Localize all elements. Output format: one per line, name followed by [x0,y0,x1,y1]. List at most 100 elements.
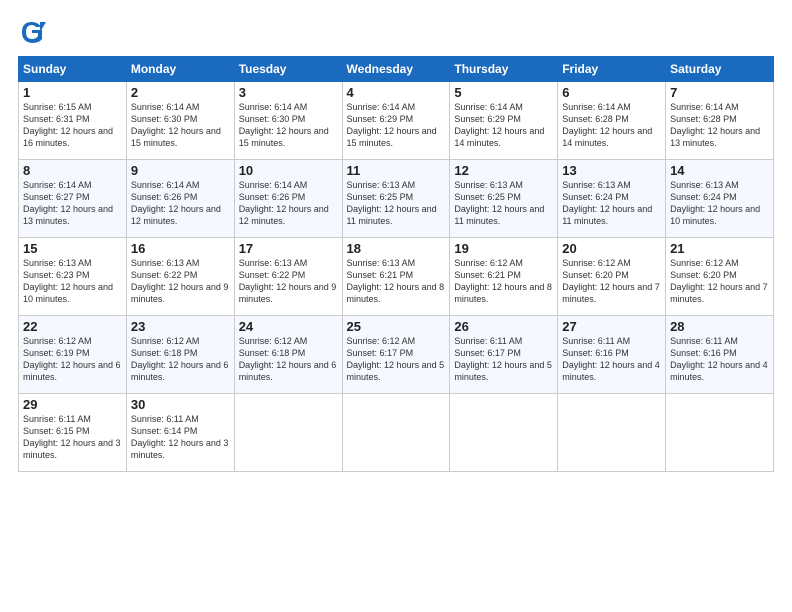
day-number: 23 [131,319,230,334]
day-number: 4 [347,85,446,100]
calendar-cell: 13 Sunrise: 6:13 AMSunset: 6:24 PMDaylig… [558,160,666,238]
calendar-cell: 24 Sunrise: 6:12 AMSunset: 6:18 PMDaylig… [234,316,342,394]
calendar-cell: 18 Sunrise: 6:13 AMSunset: 6:21 PMDaylig… [342,238,450,316]
day-number: 11 [347,163,446,178]
page: SundayMondayTuesdayWednesdayThursdayFrid… [0,0,792,612]
day-number: 6 [562,85,661,100]
cell-text: Sunrise: 6:14 AMSunset: 6:28 PMDaylight:… [562,102,652,148]
day-number: 26 [454,319,553,334]
day-number: 25 [347,319,446,334]
calendar-cell: 20 Sunrise: 6:12 AMSunset: 6:20 PMDaylig… [558,238,666,316]
calendar-cell: 30 Sunrise: 6:11 AMSunset: 6:14 PMDaylig… [126,394,234,472]
day-number: 29 [23,397,122,412]
calendar-cell: 3 Sunrise: 6:14 AMSunset: 6:30 PMDayligh… [234,82,342,160]
calendar-cell: 15 Sunrise: 6:13 AMSunset: 6:23 PMDaylig… [19,238,127,316]
day-number: 7 [670,85,769,100]
calendar-week-4: 22 Sunrise: 6:12 AMSunset: 6:19 PMDaylig… [19,316,774,394]
cell-text: Sunrise: 6:14 AMSunset: 6:27 PMDaylight:… [23,180,113,226]
cell-text: Sunrise: 6:14 AMSunset: 6:28 PMDaylight:… [670,102,760,148]
day-number: 18 [347,241,446,256]
cell-text: Sunrise: 6:14 AMSunset: 6:26 PMDaylight:… [131,180,221,226]
cell-text: Sunrise: 6:12 AMSunset: 6:17 PMDaylight:… [347,336,445,382]
day-header-thursday: Thursday [450,57,558,82]
calendar-cell: 1 Sunrise: 6:15 AMSunset: 6:31 PMDayligh… [19,82,127,160]
day-number: 3 [239,85,338,100]
calendar-cell [234,394,342,472]
day-number: 16 [131,241,230,256]
day-number: 8 [23,163,122,178]
cell-text: Sunrise: 6:14 AMSunset: 6:30 PMDaylight:… [131,102,221,148]
day-header-monday: Monday [126,57,234,82]
calendar-cell: 28 Sunrise: 6:11 AMSunset: 6:16 PMDaylig… [666,316,774,394]
day-number: 5 [454,85,553,100]
cell-text: Sunrise: 6:13 AMSunset: 6:25 PMDaylight:… [347,180,437,226]
cell-text: Sunrise: 6:13 AMSunset: 6:22 PMDaylight:… [239,258,337,304]
calendar-cell: 6 Sunrise: 6:14 AMSunset: 6:28 PMDayligh… [558,82,666,160]
calendar-cell: 17 Sunrise: 6:13 AMSunset: 6:22 PMDaylig… [234,238,342,316]
day-number: 9 [131,163,230,178]
day-number: 12 [454,163,553,178]
calendar-cell: 26 Sunrise: 6:11 AMSunset: 6:17 PMDaylig… [450,316,558,394]
calendar-cell: 27 Sunrise: 6:11 AMSunset: 6:16 PMDaylig… [558,316,666,394]
cell-text: Sunrise: 6:15 AMSunset: 6:31 PMDaylight:… [23,102,113,148]
day-number: 2 [131,85,230,100]
calendar-cell: 9 Sunrise: 6:14 AMSunset: 6:26 PMDayligh… [126,160,234,238]
calendar-cell: 2 Sunrise: 6:14 AMSunset: 6:30 PMDayligh… [126,82,234,160]
cell-text: Sunrise: 6:12 AMSunset: 6:21 PMDaylight:… [454,258,552,304]
cell-text: Sunrise: 6:13 AMSunset: 6:24 PMDaylight:… [670,180,760,226]
day-number: 28 [670,319,769,334]
calendar-cell: 14 Sunrise: 6:13 AMSunset: 6:24 PMDaylig… [666,160,774,238]
calendar-cell: 22 Sunrise: 6:12 AMSunset: 6:19 PMDaylig… [19,316,127,394]
day-header-sunday: Sunday [19,57,127,82]
cell-text: Sunrise: 6:11 AMSunset: 6:16 PMDaylight:… [562,336,660,382]
calendar-week-2: 8 Sunrise: 6:14 AMSunset: 6:27 PMDayligh… [19,160,774,238]
cell-text: Sunrise: 6:12 AMSunset: 6:19 PMDaylight:… [23,336,121,382]
calendar-cell: 7 Sunrise: 6:14 AMSunset: 6:28 PMDayligh… [666,82,774,160]
calendar: SundayMondayTuesdayWednesdayThursdayFrid… [18,56,774,472]
cell-text: Sunrise: 6:13 AMSunset: 6:22 PMDaylight:… [131,258,229,304]
cell-text: Sunrise: 6:14 AMSunset: 6:29 PMDaylight:… [347,102,437,148]
cell-text: Sunrise: 6:14 AMSunset: 6:26 PMDaylight:… [239,180,329,226]
day-number: 27 [562,319,661,334]
calendar-cell: 4 Sunrise: 6:14 AMSunset: 6:29 PMDayligh… [342,82,450,160]
cell-text: Sunrise: 6:14 AMSunset: 6:29 PMDaylight:… [454,102,544,148]
calendar-cell [666,394,774,472]
day-header-saturday: Saturday [666,57,774,82]
cell-text: Sunrise: 6:11 AMSunset: 6:14 PMDaylight:… [131,414,229,460]
day-number: 30 [131,397,230,412]
calendar-cell: 29 Sunrise: 6:11 AMSunset: 6:15 PMDaylig… [19,394,127,472]
calendar-cell: 12 Sunrise: 6:13 AMSunset: 6:25 PMDaylig… [450,160,558,238]
day-number: 10 [239,163,338,178]
cell-text: Sunrise: 6:12 AMSunset: 6:20 PMDaylight:… [562,258,660,304]
header [18,18,774,46]
calendar-cell: 16 Sunrise: 6:13 AMSunset: 6:22 PMDaylig… [126,238,234,316]
cell-text: Sunrise: 6:13 AMSunset: 6:25 PMDaylight:… [454,180,544,226]
cell-text: Sunrise: 6:11 AMSunset: 6:15 PMDaylight:… [23,414,121,460]
day-number: 24 [239,319,338,334]
logo-icon [18,18,46,46]
day-number: 17 [239,241,338,256]
calendar-cell: 25 Sunrise: 6:12 AMSunset: 6:17 PMDaylig… [342,316,450,394]
cell-text: Sunrise: 6:12 AMSunset: 6:18 PMDaylight:… [239,336,337,382]
calendar-cell [342,394,450,472]
calendar-cell: 21 Sunrise: 6:12 AMSunset: 6:20 PMDaylig… [666,238,774,316]
calendar-week-3: 15 Sunrise: 6:13 AMSunset: 6:23 PMDaylig… [19,238,774,316]
day-number: 21 [670,241,769,256]
cell-text: Sunrise: 6:12 AMSunset: 6:20 PMDaylight:… [670,258,768,304]
logo [18,18,50,46]
cell-text: Sunrise: 6:11 AMSunset: 6:16 PMDaylight:… [670,336,768,382]
cell-text: Sunrise: 6:13 AMSunset: 6:21 PMDaylight:… [347,258,445,304]
calendar-header-row: SundayMondayTuesdayWednesdayThursdayFrid… [19,57,774,82]
day-number: 19 [454,241,553,256]
calendar-cell [450,394,558,472]
cell-text: Sunrise: 6:12 AMSunset: 6:18 PMDaylight:… [131,336,229,382]
cell-text: Sunrise: 6:13 AMSunset: 6:24 PMDaylight:… [562,180,652,226]
day-number: 15 [23,241,122,256]
cell-text: Sunrise: 6:11 AMSunset: 6:17 PMDaylight:… [454,336,552,382]
day-header-friday: Friday [558,57,666,82]
calendar-cell: 23 Sunrise: 6:12 AMSunset: 6:18 PMDaylig… [126,316,234,394]
day-number: 22 [23,319,122,334]
day-number: 20 [562,241,661,256]
calendar-week-1: 1 Sunrise: 6:15 AMSunset: 6:31 PMDayligh… [19,82,774,160]
day-header-wednesday: Wednesday [342,57,450,82]
